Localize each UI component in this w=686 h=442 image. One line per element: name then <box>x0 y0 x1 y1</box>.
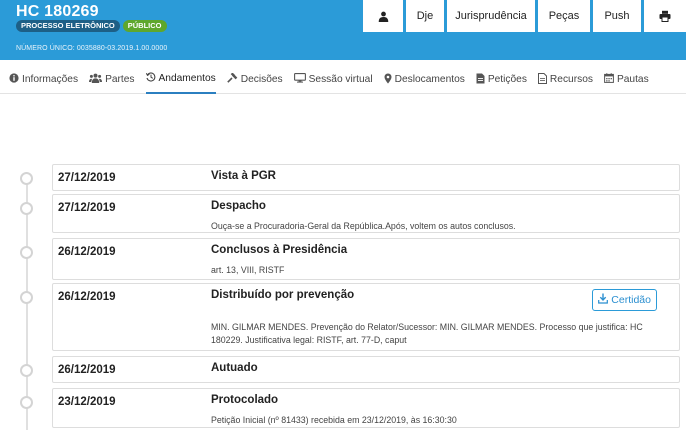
push-button[interactable]: Push <box>590 0 641 32</box>
entry-title: Despacho <box>211 200 266 212</box>
timeline-dot <box>20 291 33 304</box>
timeline-dot <box>20 172 33 185</box>
entry-date: 26/12/2019 <box>58 246 116 258</box>
tab-label: Informações <box>22 74 79 85</box>
jurisprudencia-button[interactable]: Jurisprudência <box>444 0 535 32</box>
map-marker-icon <box>384 73 392 87</box>
info-icon <box>9 73 19 86</box>
file-icon <box>537 72 547 87</box>
gavel-icon <box>226 72 238 86</box>
movement-entry: 26/12/2019 Conclusos à Presidência art. … <box>52 238 680 280</box>
timeline-dot <box>20 202 33 215</box>
badges: PROCESSO ELETRÔNICO PÚBLICO <box>16 20 167 32</box>
document-icon <box>476 73 485 87</box>
public-badge: PÚBLICO <box>122 20 167 32</box>
entry-title: Vista à PGR <box>211 170 276 182</box>
entry-description: Petição Inicial (nº 81433) recebida em 2… <box>211 415 457 425</box>
certidao-button[interactable]: Certidão <box>592 289 657 311</box>
movement-entry: 26/12/2019 Autuado <box>52 356 680 383</box>
download-icon <box>598 293 609 307</box>
tab-sessao-virtual[interactable]: Sessão virtual <box>293 66 373 94</box>
tab-label: Decisões <box>240 74 283 85</box>
timeline-dot <box>20 364 33 377</box>
unique-number: NÚMERO ÚNICO: 0035880-03.2019.1.00.0000 <box>16 45 168 52</box>
entry-title: Protocolado <box>211 394 279 406</box>
tab-label: Deslocamentos <box>394 74 465 85</box>
history-icon <box>145 72 156 85</box>
tab-decisoes[interactable]: Decisões <box>226 66 283 94</box>
tab-label: Pautas <box>616 74 649 85</box>
entry-title: Distribuído por prevenção <box>211 289 355 301</box>
timeline-dot <box>20 246 33 259</box>
printer-icon <box>659 10 671 22</box>
tab-label: Recursos <box>549 74 593 85</box>
entry-date: 27/12/2019 <box>58 202 116 214</box>
entry-date: 23/12/2019 <box>58 396 116 408</box>
tab-partes[interactable]: Partes <box>89 66 135 94</box>
tab-recursos[interactable]: Recursos <box>537 66 593 94</box>
entry-description: Ouça-se a Procuradoria-Geral da Repúblic… <box>211 221 516 231</box>
case-title: HC 180269 <box>16 3 99 20</box>
entry-description: MIN. GILMAR MENDES. Prevenção do Relator… <box>211 322 643 345</box>
movement-entry: 27/12/2019 Vista à PGR <box>52 164 680 191</box>
pecas-button[interactable]: Peças <box>535 0 590 32</box>
certidao-label: Certidão <box>611 294 651 306</box>
top-navigation: Dje Jurisprudência Peças Push <box>363 0 686 32</box>
users-icon <box>89 73 103 86</box>
process-header: HC 180269 PROCESSO ELETRÔNICO PÚBLICO NÚ… <box>0 0 686 60</box>
monitor-icon <box>293 73 306 86</box>
tab-label: Sessão virtual <box>308 74 373 85</box>
entry-title: Conclusos à Presidência <box>211 244 348 256</box>
timeline-dot <box>20 396 33 409</box>
dje-button[interactable]: Dje <box>403 0 444 32</box>
tab-andamentos[interactable]: Andamentos <box>145 66 216 94</box>
movement-entry: 27/12/2019 Despacho Ouça-se a Procurador… <box>52 194 680 233</box>
movement-entry: 23/12/2019 Protocolado Petição Inicial (… <box>52 388 680 428</box>
entry-title: Autuado <box>211 362 258 374</box>
tab-label: Petições <box>487 74 527 85</box>
tab-deslocamentos[interactable]: Deslocamentos <box>384 66 465 94</box>
tab-label: Partes <box>105 74 135 85</box>
tab-peticoes[interactable]: Petições <box>476 66 527 94</box>
electronic-process-badge: PROCESSO ELETRÔNICO <box>16 20 120 32</box>
movement-entry: 26/12/2019 Distribuído por prevenção Cer… <box>52 283 680 351</box>
entry-date: 27/12/2019 <box>58 172 116 184</box>
entry-date: 26/12/2019 <box>58 291 116 303</box>
tab-informacoes[interactable]: Informações <box>9 66 78 94</box>
print-button[interactable] <box>641 0 686 32</box>
process-tabs: Informações Partes Andamentos Decisões S… <box>0 66 686 94</box>
user-icon <box>378 11 389 22</box>
entry-description: art. 13, VIII, RISTF <box>211 265 285 275</box>
tab-pautas[interactable]: Pautas <box>604 66 649 94</box>
tab-label: Andamentos <box>158 73 216 84</box>
entry-date: 26/12/2019 <box>58 364 116 376</box>
user-button[interactable] <box>363 0 403 32</box>
calendar-icon <box>604 73 614 86</box>
